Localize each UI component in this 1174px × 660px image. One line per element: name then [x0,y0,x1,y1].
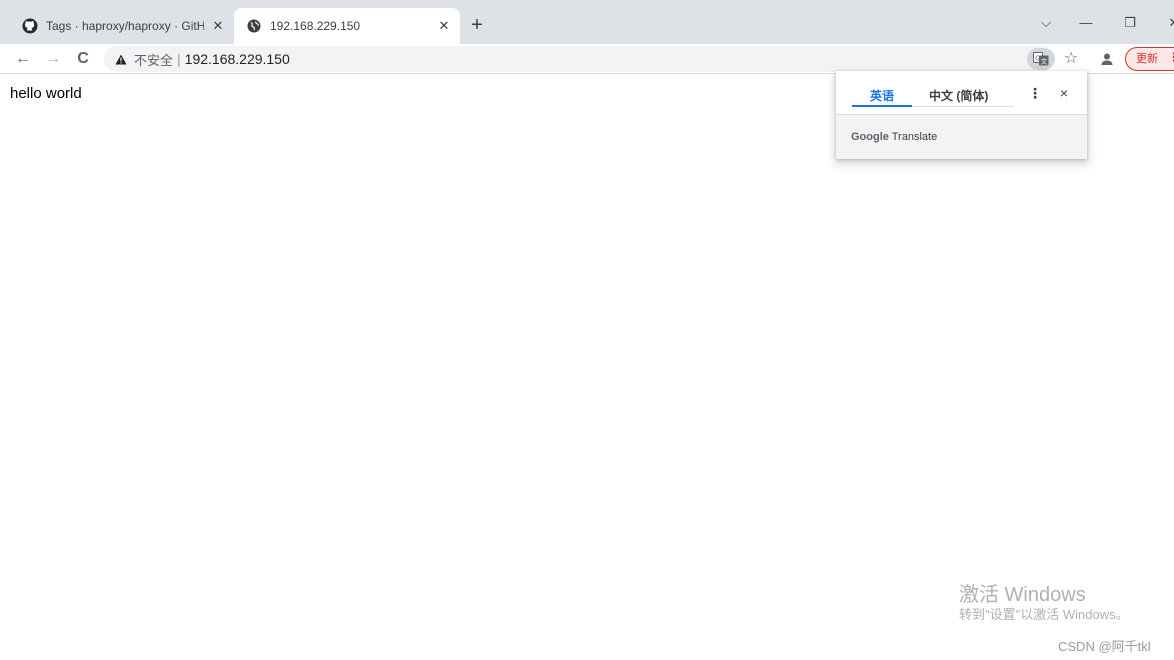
svg-text:文: 文 [1041,57,1048,66]
google-translate-brand: Google Translate [851,131,938,143]
url-text[interactable]: 192.168.229.150 [185,51,290,67]
tab-close-icon[interactable]: ✕ [436,18,452,34]
browser-toolbar: ← → C 不安全 | 192.168.229.150 G文 ☆ 更新 ⋮ [0,44,1174,74]
tab-source-language[interactable]: 英语 [870,87,894,104]
update-button[interactable]: 更新 [1125,47,1174,71]
tab-title: 192.168.229.150 [270,19,361,33]
forward-button[interactable]: → [42,48,64,70]
warning-icon[interactable] [114,52,128,66]
translate-popup-footer: Google Translate [836,115,1087,159]
tab-divider [912,106,1014,107]
reload-button[interactable]: C [72,48,94,70]
close-window-button[interactable]: ✕ [1160,12,1174,34]
tab-close-icon[interactable]: ✕ [210,18,226,34]
csdn-watermark: CSDN @阿千tkl [1058,639,1151,654]
activate-windows-title: 激活 Windows [959,584,1086,606]
back-button[interactable]: ← [12,48,34,70]
tab-github[interactable]: Tags · haproxy/haproxy · GitHub ✕ [12,8,234,44]
page-body-text: hello world [10,85,82,102]
address-bar[interactable]: 不安全 | 192.168.229.150 [104,46,1054,72]
profile-avatar-icon[interactable] [1097,49,1117,69]
tab-search-icon[interactable]: ⌵ [1032,12,1060,34]
bookmark-star-icon[interactable]: ☆ [1060,48,1082,70]
restore-button[interactable]: ❐ [1116,12,1144,34]
tab-title: Tags · haproxy/haproxy · GitHub [46,19,204,33]
activate-windows-subtitle: 转到"设置"以激活 Windows。 [959,607,1129,622]
translate-icon[interactable]: G文 [1027,48,1055,70]
new-tab-button[interactable]: + [466,14,488,36]
active-tab-indicator [852,105,912,107]
tab-target-language[interactable]: 中文 (简体) [929,87,988,104]
github-icon [22,18,38,34]
security-label[interactable]: 不安全 [134,50,173,69]
translate-options-icon[interactable]: ⋮ [1028,85,1042,102]
close-icon[interactable]: × [1056,85,1072,101]
more-menu-icon[interactable]: ⋮ [1168,50,1174,64]
tab-active-page[interactable]: 192.168.229.150 ✕ [234,8,460,44]
translate-popup-header: 英语 中文 (简体) ⋮ × [836,71,1087,115]
globe-icon [246,18,262,34]
minimize-button[interactable]: — [1072,12,1100,34]
url-separator: | [177,51,181,67]
tab-strip: Tags · haproxy/haproxy · GitHub ✕ 192.16… [0,0,1174,44]
translate-popup: 英语 中文 (简体) ⋮ × Google Translate [836,71,1087,159]
